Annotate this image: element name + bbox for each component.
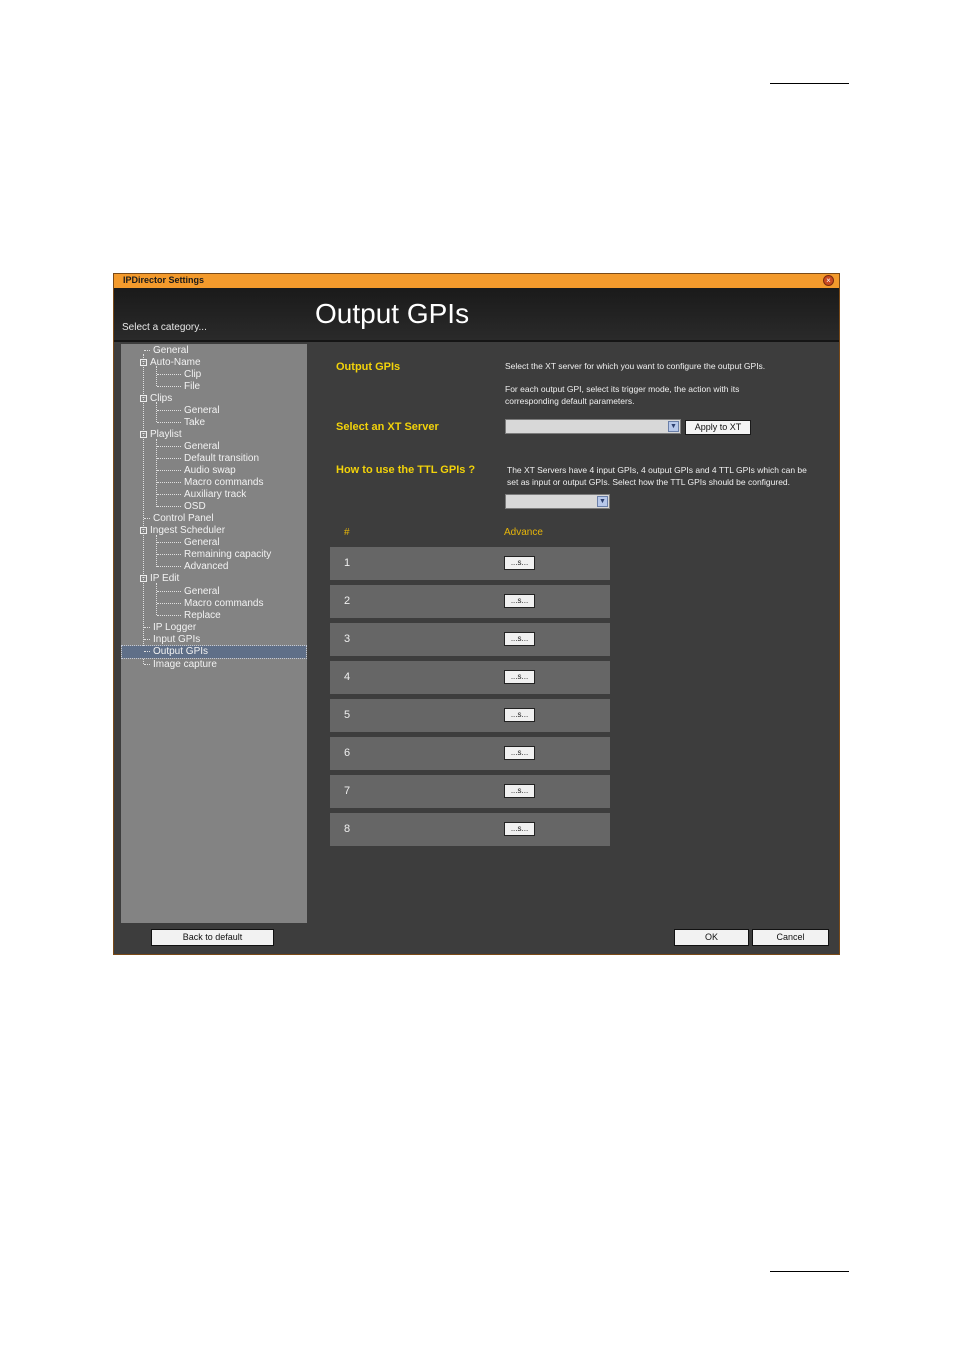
advance-button[interactable]: ...s... [504, 746, 535, 760]
advance-button[interactable]: ...s... [504, 708, 535, 722]
gpi-number: 7 [344, 785, 351, 797]
gpi-number: 8 [344, 823, 351, 835]
column-header-number: # [344, 527, 350, 538]
xt-server-select[interactable]: ▼ [505, 419, 681, 434]
gpi-row: 2 ...s... [330, 585, 610, 618]
tree-item-auto-name[interactable]: − Auto-Name [140, 357, 201, 369]
advance-button[interactable]: ...s... [504, 670, 535, 684]
window-title: IPDirector Settings [123, 275, 205, 285]
ttl-gpis-label: How to use the TTL GPIs ? [336, 464, 476, 476]
intro-text-2b: corresponding default parameters. [505, 396, 635, 406]
tree-item-playlist[interactable]: − Playlist [140, 429, 182, 441]
tree-item-ipedit-macro-commands[interactable]: Macro commands [157, 598, 263, 610]
ok-button[interactable]: OK [674, 929, 749, 946]
tree-item-clips-general[interactable]: General [157, 405, 220, 417]
chevron-down-icon[interactable]: ▼ [668, 421, 679, 432]
tree-item-file[interactable]: File [157, 381, 200, 393]
column-header-advance: Advance [504, 527, 543, 538]
gpi-number: 2 [344, 595, 351, 607]
apply-to-xt-button[interactable]: Apply to XT [685, 420, 751, 435]
gpi-row: 7 ...s... [330, 775, 610, 808]
tree-item-image-capture[interactable]: Image capture [144, 659, 217, 671]
tree-item-general[interactable]: General [144, 345, 189, 357]
gpi-number: 1 [344, 557, 351, 569]
cancel-button[interactable]: Cancel [752, 929, 829, 946]
gpi-row: 4 ...s... [330, 661, 610, 694]
chevron-down-icon[interactable]: ▼ [597, 496, 608, 507]
category-tree[interactable]: General − Auto-Name Clip File − Clips Gene… [121, 344, 307, 923]
collapse-icon[interactable]: − [140, 394, 147, 402]
collapse-icon[interactable]: − [140, 526, 147, 534]
collapse-icon[interactable]: − [140, 574, 147, 582]
advance-button[interactable]: ...s... [504, 822, 535, 836]
close-icon[interactable]: × [823, 275, 834, 286]
advance-button[interactable]: ...s... [504, 594, 535, 608]
tree-item-replace[interactable]: Replace [157, 610, 221, 622]
header-divider [114, 340, 839, 342]
tree-item-clips[interactable]: − Clips [140, 393, 172, 405]
collapse-icon[interactable]: − [140, 430, 147, 438]
tree-item-advanced[interactable]: Advanced [157, 561, 228, 573]
gpi-number: 6 [344, 747, 351, 759]
gpi-number: 5 [344, 709, 351, 721]
tree-item-clip[interactable]: Clip [157, 369, 201, 381]
tree-item-output-gpis[interactable]: Output GPIs [121, 645, 307, 659]
gpi-row: 1 ...s... [330, 547, 610, 580]
settings-content: Output GPIs Select the XT server for whi… [307, 344, 839, 923]
ttl-gpi-select[interactable]: ▼ [505, 494, 610, 509]
header-banner: Select a category... Output GPIs [114, 288, 839, 340]
tree-item-ingest-scheduler[interactable]: − Ingest Scheduler [140, 525, 225, 537]
tree-item-auxiliary-track[interactable]: Auxiliary track [157, 489, 246, 501]
server-select-label: Select an XT Server [336, 421, 439, 433]
tree-item-ip-logger[interactable]: IP Logger [144, 622, 196, 634]
tree-item-playlist-general[interactable]: General [157, 441, 220, 453]
collapse-icon[interactable]: − [140, 358, 147, 366]
intro-text-1: Select the XT server for which you want … [505, 361, 766, 371]
page-title: Output GPIs [315, 298, 470, 329]
tree-item-ip-edit[interactable]: − IP Edit [140, 573, 179, 585]
tree-item-take[interactable]: Take [157, 417, 205, 429]
title-bar[interactable]: IPDirector Settings × [114, 274, 839, 288]
gpi-number: 3 [344, 633, 351, 645]
tree-item-default-transition[interactable]: Default transition [157, 453, 259, 465]
ttl-text-a: The XT Servers have 4 input GPIs, 4 outp… [507, 465, 807, 475]
gpi-row: 3 ...s... [330, 623, 610, 656]
gpi-row: 8 ...s... [330, 813, 610, 846]
page-footer-rule [770, 1271, 849, 1272]
gpi-number: 4 [344, 671, 351, 683]
tree-item-macro-commands[interactable]: Macro commands [157, 477, 263, 489]
tree-item-remaining-capacity[interactable]: Remaining capacity [157, 549, 271, 561]
advance-button[interactable]: ...s... [504, 632, 535, 646]
gpi-row: 6 ...s... [330, 737, 610, 770]
gpi-row: 5 ...s... [330, 699, 610, 732]
tree-item-ingest-general[interactable]: General [157, 537, 220, 549]
page-header-rule [770, 83, 849, 84]
intro-text-2a: For each output GPI, select its trigger … [505, 384, 740, 394]
advance-button[interactable]: ...s... [504, 556, 535, 570]
tree-item-input-gpis[interactable]: Input GPIs [144, 634, 200, 646]
settings-window: IPDirector Settings × Select a category.… [113, 273, 840, 955]
section-label-output-gpis: Output GPIs [336, 361, 401, 373]
category-hint: Select a category... [122, 322, 207, 333]
ttl-text-b: set as input or output GPIs. Select how … [507, 477, 791, 487]
back-to-default-button[interactable]: Back to default [151, 929, 274, 946]
tree-item-osd[interactable]: OSD [157, 501, 206, 513]
advance-button[interactable]: ...s... [504, 784, 535, 798]
tree-item-ipedit-general[interactable]: General [157, 586, 220, 598]
tree-item-control-panel[interactable]: Control Panel [144, 513, 214, 525]
tree-item-audio-swap[interactable]: Audio swap [157, 465, 236, 477]
